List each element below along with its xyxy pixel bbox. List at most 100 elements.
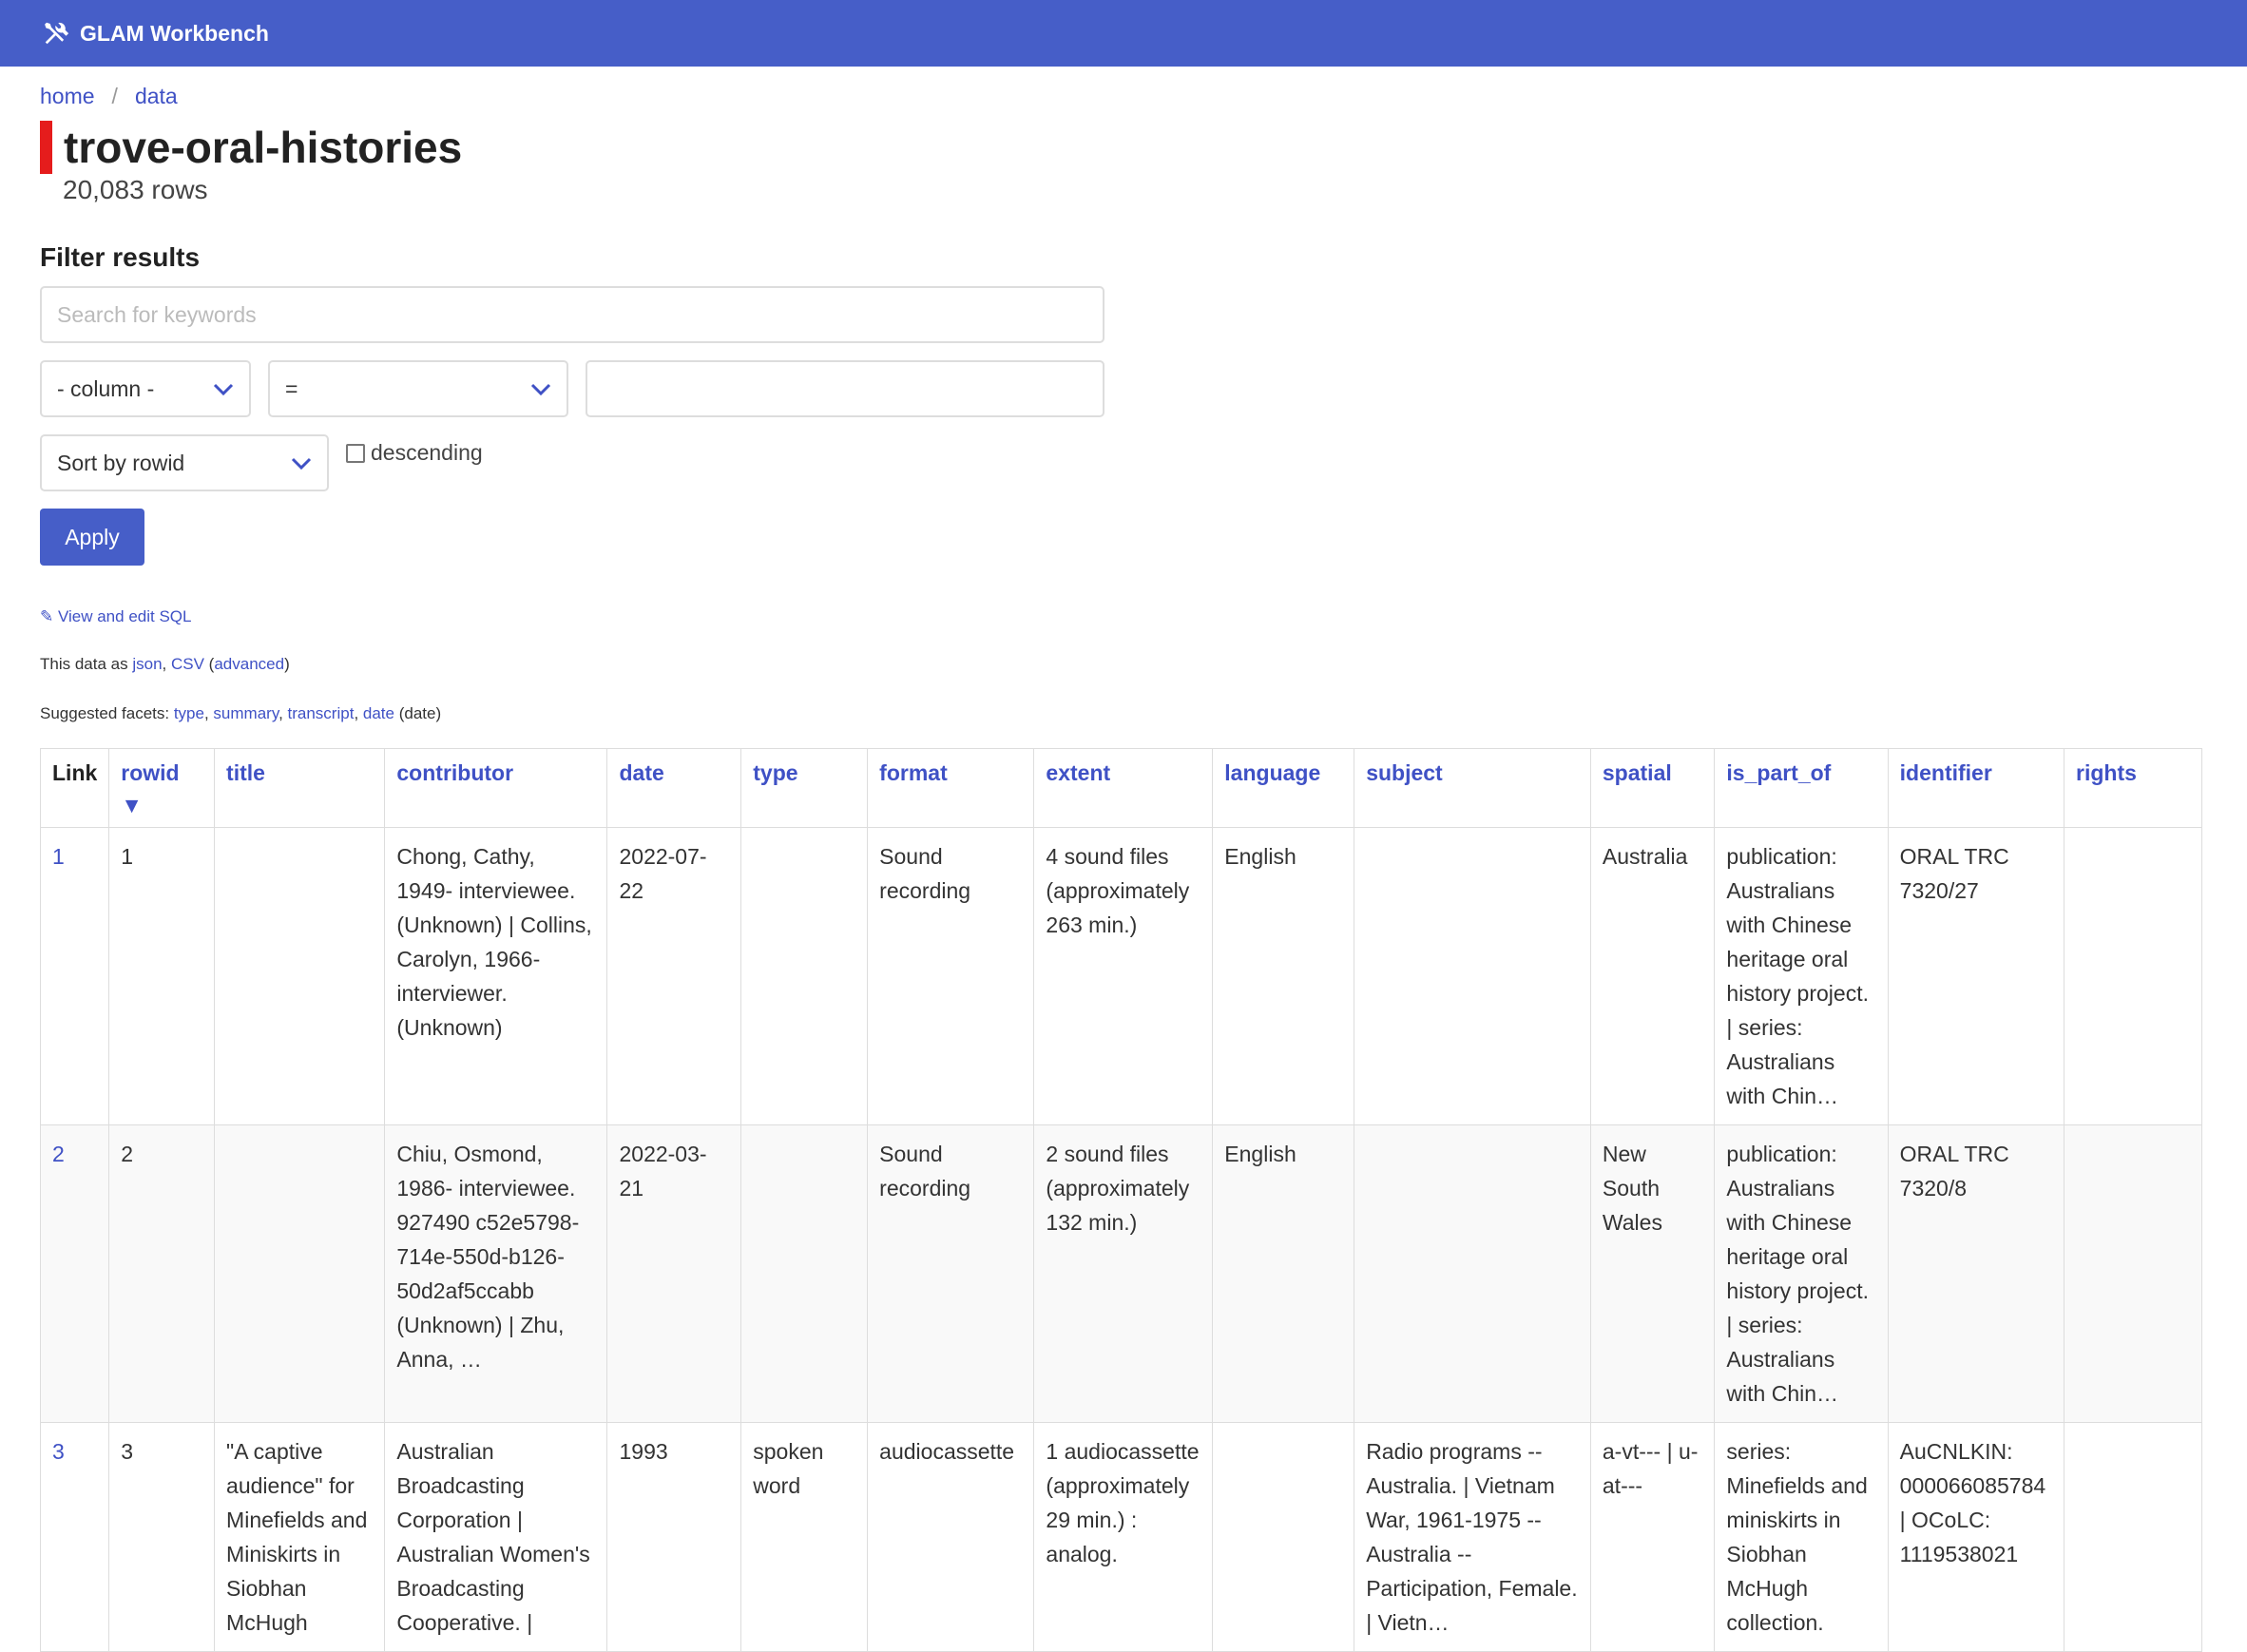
row-link[interactable]: 3 — [52, 1439, 65, 1464]
column-header-is-part-of[interactable]: is_part_of — [1714, 748, 1889, 828]
row-link[interactable]: 2 — [52, 1142, 65, 1166]
column-select-value: - column - — [57, 375, 155, 401]
cell-rowid: 3 — [108, 1422, 216, 1652]
cell-subject: Radio programs -- Australia. | Vietnam W… — [1354, 1422, 1591, 1652]
cell-spatial: Australia — [1589, 827, 1716, 1125]
breadcrumb: home / data — [40, 84, 2207, 109]
cell-date: 2022-03-21 — [606, 1124, 742, 1423]
breadcrumb-home-link[interactable]: home — [40, 84, 95, 108]
facet-transcript-link[interactable]: transcript — [288, 704, 355, 722]
json-link[interactable]: json — [132, 655, 162, 673]
advanced-export-link[interactable]: advanced — [214, 655, 284, 673]
suggested-facets: Suggested facets: type, summary, transcr… — [40, 704, 442, 722]
tools-icon — [42, 19, 70, 48]
column-header-date[interactable]: date — [606, 748, 742, 828]
cell-title — [214, 1124, 386, 1423]
search-placeholder: Search for keywords — [57, 301, 257, 327]
cell-rights — [2064, 1422, 2202, 1652]
cell-type: spoken word — [740, 1422, 869, 1652]
column-header-format[interactable]: format — [867, 748, 1035, 828]
column-header-subject[interactable]: subject — [1354, 748, 1591, 828]
cell-language: English — [1212, 1124, 1355, 1423]
cell-title: "A captive audience" for Minefields and … — [214, 1422, 386, 1652]
table-row: 2 2 Chiu, Osmond, 1986- interviewee. 927… — [40, 1124, 2202, 1423]
column-header-rowid[interactable]: rowid ▼ — [108, 748, 216, 828]
operator-select[interactable]: = — [268, 360, 568, 417]
table-row: 3 3 "A captive audience" for Minefields … — [40, 1422, 2202, 1652]
row-link[interactable]: 1 — [52, 844, 65, 869]
cell-identifier: ORAL TRC 7320/27 — [1887, 827, 2065, 1125]
results-table: Link rowid ▼ title contributor date type… — [40, 748, 2202, 1652]
facet-date-link[interactable]: date — [363, 704, 394, 722]
column-header-link: Link — [40, 748, 110, 828]
table-header-row: Link rowid ▼ title contributor date type… — [40, 748, 2202, 828]
facet-type-link[interactable]: type — [174, 704, 204, 722]
cell-subject — [1354, 827, 1591, 1125]
cell-subject — [1354, 1124, 1591, 1423]
cell-contributor: Chiu, Osmond, 1986- interviewee. 927490 … — [384, 1124, 608, 1423]
column-header-language[interactable]: language — [1212, 748, 1355, 828]
cell-format: audiocassette — [867, 1422, 1035, 1652]
operator-select-value: = — [285, 375, 298, 401]
cell-identifier: ORAL TRC 7320/8 — [1887, 1124, 2065, 1423]
table-row: 1 1 Chong, Cathy, 1949- interviewee. (Un… — [40, 827, 2202, 1125]
sort-select[interactable]: Sort by rowid — [40, 434, 329, 491]
chevron-down-icon — [291, 451, 312, 476]
cell-rowid: 2 — [108, 1124, 216, 1423]
cell-date: 2022-07-22 — [606, 827, 742, 1125]
cell-extent: 2 sound files (approximately 132 min.) — [1033, 1124, 1214, 1423]
cell-language: English — [1212, 827, 1355, 1125]
cell-type — [740, 827, 869, 1125]
cell-is-part-of: publication: Australians with Chinese he… — [1714, 827, 1889, 1125]
column-header-extent[interactable]: extent — [1033, 748, 1214, 828]
descending-checkbox[interactable] — [346, 443, 365, 463]
cell-rights — [2064, 1124, 2202, 1423]
chevron-down-icon — [530, 376, 551, 402]
cell-extent: 1 audiocassette (approximately 29 min.) … — [1033, 1422, 1214, 1652]
app-home-link[interactable]: GLAM Workbench — [80, 21, 269, 47]
data-as-label: This data as — [40, 655, 128, 673]
column-header-rights[interactable]: rights — [2064, 748, 2202, 828]
cell-language — [1212, 1422, 1355, 1652]
facet-date-suffix: (date) — [398, 704, 442, 722]
cell-format: Sound recording — [867, 827, 1035, 1125]
top-nav-bar: GLAM Workbench — [0, 0, 2247, 67]
column-header-title[interactable]: title — [214, 748, 386, 828]
cell-identifier: AuCNLKIN: 000066085784 | OCoLC: 11195380… — [1887, 1422, 2065, 1652]
apply-button[interactable]: Apply — [40, 509, 144, 566]
cell-date: 1993 — [606, 1422, 742, 1652]
column-header-contributor[interactable]: contributor — [384, 748, 608, 828]
csv-link[interactable]: CSV — [171, 655, 204, 673]
column-select[interactable]: - column - — [40, 360, 251, 417]
column-header-identifier[interactable]: identifier — [1887, 748, 2065, 828]
search-input[interactable]: Search for keywords — [40, 286, 1104, 343]
cell-format: Sound recording — [867, 1124, 1035, 1423]
title-block: trove-oral-histories — [40, 121, 2207, 174]
page-title: trove-oral-histories — [64, 123, 463, 172]
column-header-type[interactable]: type — [740, 748, 869, 828]
facets-label: Suggested facets: — [40, 704, 170, 722]
filter-heading: Filter results — [40, 242, 201, 272]
cell-rowid: 1 — [108, 827, 216, 1125]
sort-select-value: Sort by rowid — [57, 450, 185, 475]
descending-toggle[interactable]: descending — [346, 440, 483, 466]
filter-value-input[interactable] — [586, 360, 1104, 417]
cell-is-part-of: publication: Australians with Chinese he… — [1714, 1124, 1889, 1423]
chevron-down-icon — [213, 376, 234, 402]
view-edit-sql-link[interactable]: ✎ View and edit SQL — [40, 607, 191, 625]
cell-type — [740, 1124, 869, 1423]
cell-rights — [2064, 827, 2202, 1125]
facet-summary-link[interactable]: summary — [213, 704, 278, 722]
column-header-spatial[interactable]: spatial — [1589, 748, 1716, 828]
cell-spatial: a-vt--- | u-at--- — [1589, 1422, 1716, 1652]
descending-label: descending — [371, 440, 483, 465]
cell-title — [214, 827, 386, 1125]
cell-spatial: New South Wales — [1589, 1124, 1716, 1423]
cell-extent: 4 sound files (approximately 263 min.) — [1033, 827, 1214, 1125]
cell-contributor: Australian Broadcasting Corporation | Au… — [384, 1422, 608, 1652]
breadcrumb-separator: / — [111, 84, 118, 108]
export-links: This data as json, CSV (advanced) — [40, 655, 290, 673]
breadcrumb-data-link[interactable]: data — [135, 84, 178, 108]
results-table-container: Link rowid ▼ title contributor date type… — [40, 748, 2202, 1652]
cell-is-part-of: series: Minefields and miniskirts in Sio… — [1714, 1422, 1889, 1652]
